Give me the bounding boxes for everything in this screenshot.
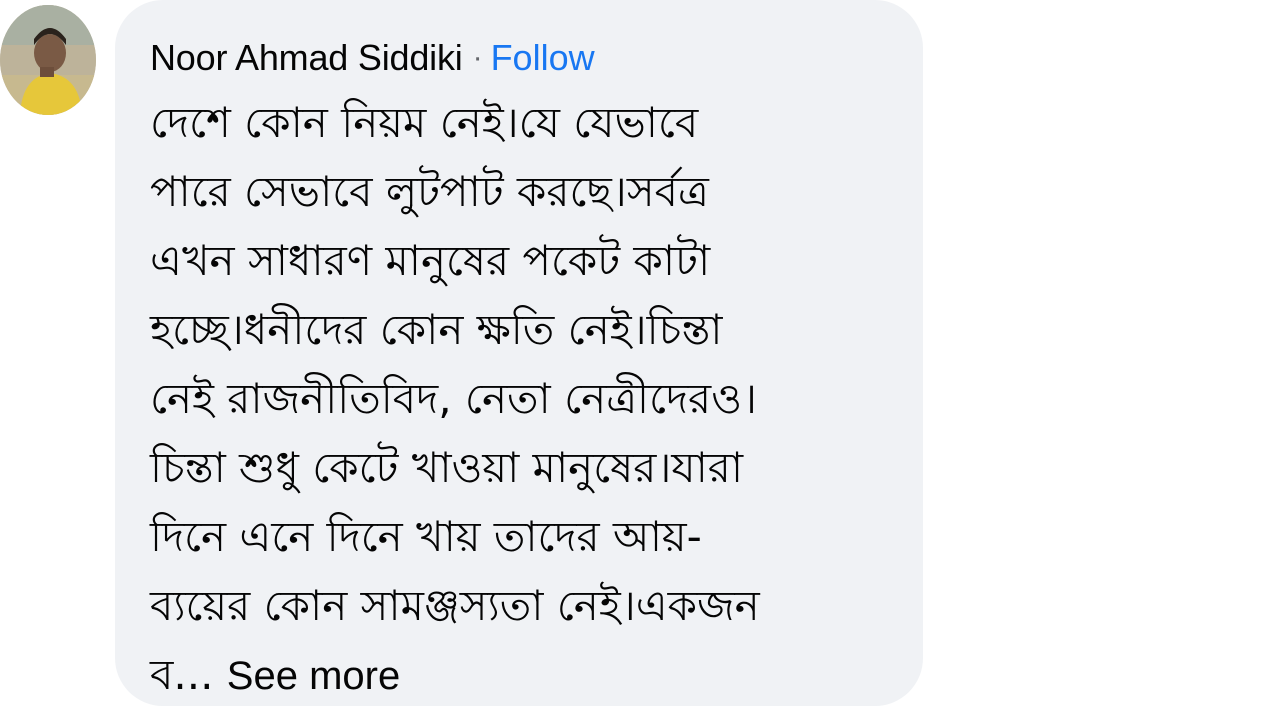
- comment-bubble: Noor Ahmad Siddiki · Follow দেশে কোন নিয…: [115, 0, 923, 706]
- comment-text: দেশে কোন নিয়ম নেই।যে যেভাবে পারে সেভাবে…: [150, 88, 895, 709]
- comment-line: হচ্ছে।ধনীদের কোন ক্ষতি নেই।চিন্তা: [150, 305, 723, 354]
- profile-photo-icon: [0, 5, 96, 115]
- comment-line: নেই রাজনীতিবিদ, নেতা নেত্রীদেরও।: [150, 374, 758, 423]
- comment-line: এখন সাধারণ মানুষের পকেট কাটা: [150, 236, 711, 285]
- comment-header: Noor Ahmad Siddiki · Follow: [150, 33, 595, 83]
- separator-dot: ·: [472, 41, 483, 74]
- comment-last-line: ব... See more: [150, 640, 895, 709]
- author-avatar[interactable]: [0, 5, 96, 115]
- comment-line: দেশে কোন নিয়ম নেই।যে যেভাবে: [150, 98, 699, 147]
- comment-line: দিনে এনে দিনে খায় তাদের আয়-: [150, 512, 702, 561]
- see-more-link[interactable]: See more: [227, 654, 400, 698]
- comment-line: পারে সেভাবে লুটপাট করছে।সর্বত্র: [150, 167, 709, 216]
- author-name[interactable]: Noor Ahmad Siddiki: [150, 37, 463, 79]
- truncated-text: ব...: [150, 650, 214, 699]
- comment-line: চিন্তা শুধু কেটে খাওয়া মানুষের।যারা: [150, 443, 744, 492]
- comment-line: ব্যয়ের কোন সামঞ্জস্যতা নেই।একজন: [150, 581, 760, 630]
- follow-button[interactable]: Follow: [491, 37, 595, 79]
